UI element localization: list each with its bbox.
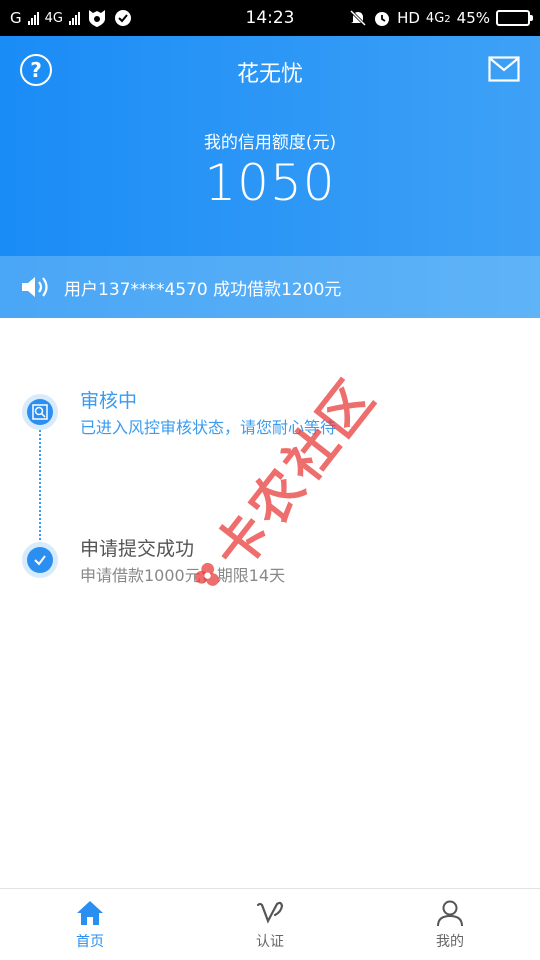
speaker-icon [22,277,48,297]
signal-icon [27,11,39,25]
network-2-label: 4G2 [426,11,451,26]
nav-label: 首页 [76,933,104,950]
home-icon [77,900,103,925]
nav-item-verify[interactable]: 认证 [180,889,360,960]
timeline-connector [39,430,41,540]
alarm-icon [375,12,390,26]
status-left: G 4G [10,8,132,28]
mail-icon[interactable] [488,56,520,82]
nav-label: 认证 [256,933,284,950]
mute-bell-icon [350,9,367,27]
network-2-sub: 2 [444,13,451,25]
check-badge-icon [114,10,131,26]
verify-icon [256,901,284,924]
network-label: HD [397,9,420,27]
timeline-title: 审核中 [80,390,138,412]
carrier-2-label: 4G [44,10,63,26]
check-icon [34,555,46,566]
network-2-main: 4G [425,10,445,26]
nav-item-home[interactable]: 首页 [0,889,180,960]
notice-text: 用户137****4570 成功借款1200元 [64,279,342,300]
credit-label: 我的信用额度(元) [203,133,337,153]
timeline-dot [22,542,58,578]
timeline-desc: 已进入风控审核状态，请您耐心等待 [80,418,337,437]
notice-bar: 用户137****4570 成功借款1200元 [0,256,540,318]
nav-label: 我的 [436,933,464,950]
timeline-dot [22,394,58,430]
battery-label: 45% [456,9,490,27]
search-review-icon [32,404,48,420]
shield-app-icon [88,10,105,27]
carrier-1-label: G [10,9,22,27]
app-title: 花无忧 [236,62,303,87]
timeline-title: 申请提交成功 [80,538,195,560]
signal-2-icon [68,11,80,25]
nav-item-mine[interactable]: 我的 [360,889,540,960]
credit-amount: 1050 [204,154,336,212]
status-bar: G 4G 14:23 HD 4G2 45% [0,0,540,36]
battery-icon [496,10,533,26]
bottom-nav: 首页 认证 我的 [0,888,540,960]
status-right: HD 4G2 45% [349,9,533,27]
progress-timeline: 审核中 已进入风控审核状态，请您耐心等待 申请提交成功 申请借款1000元，期限… [0,318,540,888]
user-icon [437,900,463,926]
timeline-desc: 申请借款1000元，期限14天 [80,566,286,585]
header: ? 花无忧 我的信用额度(元) 1050 [0,36,540,256]
